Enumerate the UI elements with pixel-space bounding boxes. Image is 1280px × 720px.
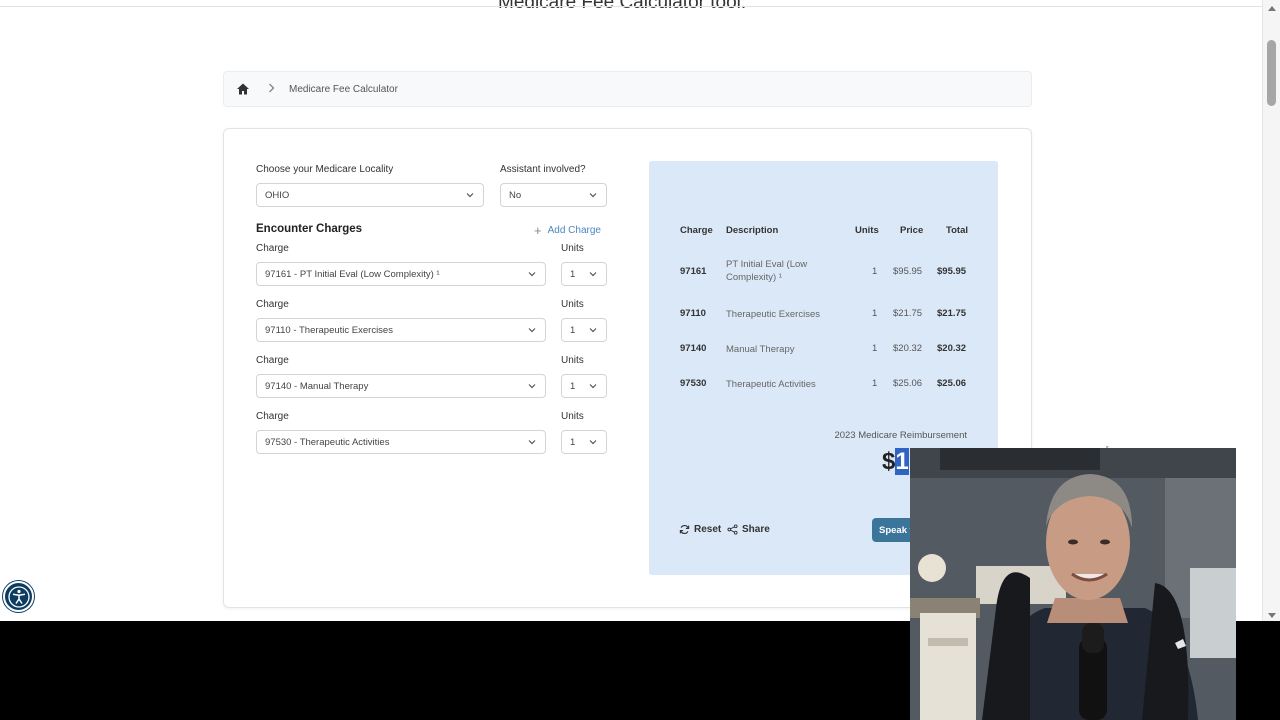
header-description: Description xyxy=(726,225,779,236)
row-price: $21.75 xyxy=(893,308,923,319)
chevron-down-icon xyxy=(466,193,474,198)
amount-selected: 1 xyxy=(895,448,909,475)
units-value: 1 xyxy=(570,324,576,336)
breadcrumb-current: Medicare Fee Calculator xyxy=(289,83,398,95)
chevron-down-icon xyxy=(528,384,536,389)
row-price: $95.95 xyxy=(893,266,923,277)
scroll-down-arrow-icon[interactable] xyxy=(1268,613,1276,618)
row-total: $25.06 xyxy=(937,378,967,389)
reset-button[interactable]: Reset xyxy=(679,524,721,535)
locality-label: Choose your Medicare Locality xyxy=(256,164,394,175)
charge-value: 97110 - Therapeutic Exercises xyxy=(265,324,393,336)
share-icon xyxy=(727,524,738,535)
row-units: 1 xyxy=(872,378,878,389)
units-label: Units xyxy=(561,243,584,254)
add-charge-label: Add Charge xyxy=(547,225,601,236)
scroll-up-arrow-icon[interactable] xyxy=(1268,6,1276,11)
units-label: Units xyxy=(561,299,584,310)
row-units: 1 xyxy=(872,308,878,319)
charge-value: 97161 - PT Initial Eval (Low Complexity)… xyxy=(265,268,440,280)
reimbursement-label: 2023 Medicare Reimbursement xyxy=(834,430,967,441)
units-label: Units xyxy=(561,355,584,366)
charge-select[interactable]: 97110 - Therapeutic Exercises xyxy=(256,318,546,342)
row-total: $95.95 xyxy=(937,266,967,277)
encounter-charges-title: Encounter Charges xyxy=(256,223,363,235)
row-units: 1 xyxy=(872,266,878,277)
breadcrumb: Medicare Fee Calculator xyxy=(223,71,1032,107)
row-units: 1 xyxy=(872,343,878,354)
presenter-video xyxy=(910,448,1236,720)
row-code: 97110 xyxy=(680,308,706,319)
accessibility-icon xyxy=(7,585,30,608)
header-total: Total xyxy=(946,225,968,236)
row-description: Therapeutic Exercises xyxy=(726,309,820,320)
charge-label: Charge xyxy=(256,299,289,310)
row-total: $20.32 xyxy=(937,343,967,354)
chevron-down-icon xyxy=(589,328,597,333)
units-value: 1 xyxy=(570,268,576,280)
units-value: 1 xyxy=(570,436,576,448)
add-charge-button[interactable]: + Add Charge xyxy=(534,223,601,238)
chevron-down-icon xyxy=(528,272,536,277)
header-charge: Charge xyxy=(680,225,713,236)
chevron-down-icon xyxy=(589,272,597,277)
row-description: Manual Therapy xyxy=(726,344,795,355)
row-code: 97140 xyxy=(680,343,707,354)
header-price: Price xyxy=(900,225,924,236)
assistant-select[interactable]: No xyxy=(500,183,607,207)
charge-label: Charge xyxy=(256,243,289,254)
reset-icon xyxy=(679,524,690,535)
chevron-down-icon xyxy=(589,440,597,445)
row-price: $25.06 xyxy=(893,378,923,389)
charge-label: Charge xyxy=(256,355,289,366)
home-icon[interactable] xyxy=(236,82,250,96)
units-select[interactable]: 1 xyxy=(561,374,607,398)
units-select[interactable]: 1 xyxy=(561,318,607,342)
row-price: $20.32 xyxy=(893,343,923,354)
page-heading: Medicare Fee Calculator tool. xyxy=(498,0,747,13)
row-description: Therapeutic Activities xyxy=(726,379,816,390)
page-scrollbar[interactable] xyxy=(1262,0,1280,621)
row-code: 97161 xyxy=(680,266,707,277)
charge-select[interactable]: 97530 - Therapeutic Activities xyxy=(256,430,546,454)
chevron-down-icon xyxy=(528,328,536,333)
row-description: PT Initial Eval (Low Complexity) ¹ xyxy=(726,259,808,283)
charge-label: Charge xyxy=(256,411,289,422)
chevron-down-icon xyxy=(528,440,536,445)
row-code: 97530 xyxy=(680,378,707,389)
accessibility-button[interactable] xyxy=(3,581,34,612)
chevron-right-icon xyxy=(268,82,275,96)
share-label: Share xyxy=(742,524,770,535)
scroll-thumb[interactable] xyxy=(1267,40,1276,106)
chevron-down-icon xyxy=(589,384,597,389)
plus-icon: + xyxy=(534,223,542,238)
share-button[interactable]: Share xyxy=(727,524,770,535)
units-select[interactable]: 1 xyxy=(561,262,607,286)
assistant-value: No xyxy=(509,189,522,201)
units-label: Units xyxy=(561,411,584,422)
reimbursement-amount: $1 xyxy=(882,448,909,476)
locality-value: OHIO xyxy=(265,189,290,201)
charge-select[interactable]: 97161 - PT Initial Eval (Low Complexity)… xyxy=(256,262,546,286)
reset-label: Reset xyxy=(694,524,722,535)
charge-select[interactable]: 97140 - Manual Therapy xyxy=(256,374,546,398)
webcam-overlay xyxy=(910,448,1236,720)
chevron-down-icon xyxy=(589,193,597,198)
units-value: 1 xyxy=(570,380,576,392)
charge-value: 97530 - Therapeutic Activities xyxy=(265,436,390,448)
units-select[interactable]: 1 xyxy=(561,430,607,454)
locality-select[interactable]: OHIO xyxy=(256,183,484,207)
amount-prefix: $ xyxy=(882,448,896,475)
row-total: $21.75 xyxy=(937,308,967,319)
charge-value: 97140 - Manual Therapy xyxy=(265,380,369,392)
top-divider xyxy=(0,6,1262,7)
assistant-label: Assistant involved? xyxy=(500,164,586,175)
header-units: Units xyxy=(855,225,879,236)
